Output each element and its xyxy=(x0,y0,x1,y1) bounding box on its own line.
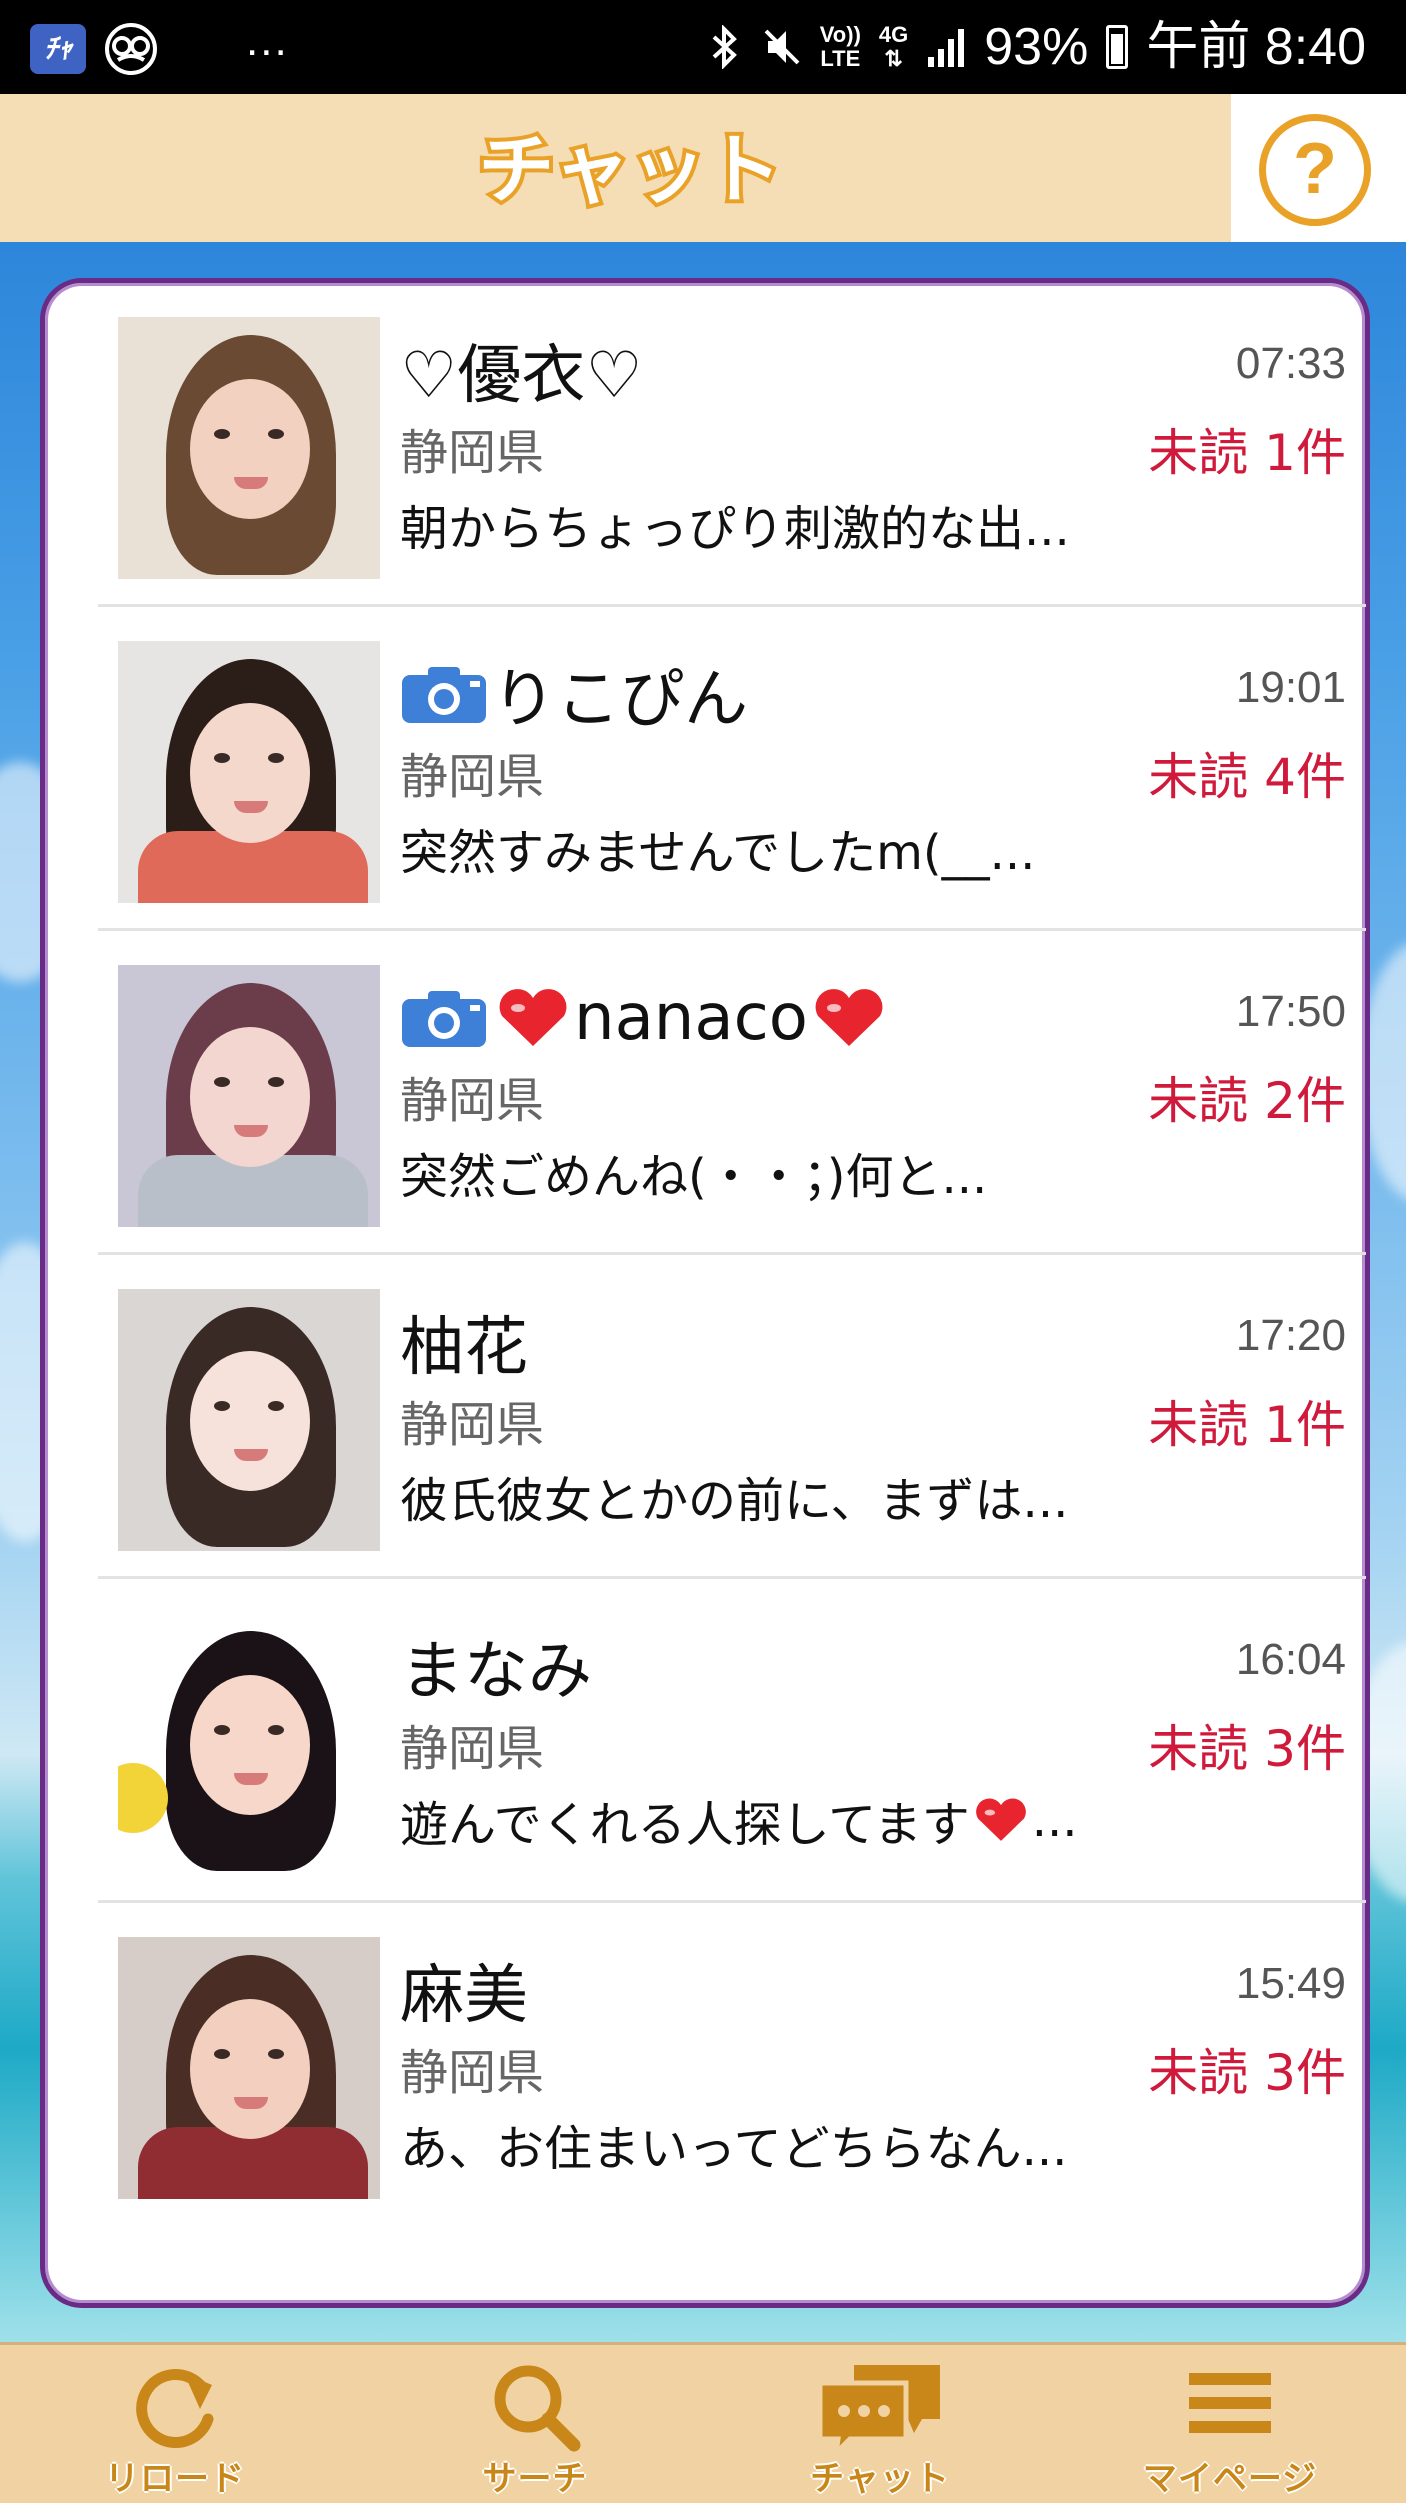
contact-name-text: まなみ xyxy=(400,1635,592,1709)
avatar[interactable] xyxy=(118,1289,380,1551)
contact-name: 麻美 xyxy=(400,1945,528,2035)
prefecture: 静岡県 xyxy=(400,1397,545,1453)
message-preview: あ、お住まいってどちらなん... xyxy=(400,2109,1067,2179)
prefecture: 静岡県 xyxy=(400,2045,545,2101)
help-area: ? xyxy=(1231,94,1406,242)
camera-icon xyxy=(402,667,486,723)
chat-list-item[interactable]: nanaco 17:50 静岡県 未読 2件 突然ごめんね(・・；)何と... xyxy=(98,931,1366,1255)
pretzel-icon xyxy=(105,23,157,75)
app-header: チャット ? xyxy=(0,94,1406,242)
avatar[interactable] xyxy=(118,641,380,903)
contact-name-text: ♡優衣♡ xyxy=(400,339,643,413)
message-time: 15:49 xyxy=(1235,1959,1346,2008)
message-time: 19:01 xyxy=(1235,663,1346,712)
nav-reload-label: リロード xyxy=(105,2460,245,2498)
message-preview-text: 遊んでくれる人探してます xyxy=(400,1797,970,1853)
avatar[interactable] xyxy=(118,1613,380,1875)
heart-icon xyxy=(499,989,567,1046)
help-button[interactable]: ? xyxy=(1259,114,1371,226)
unread-badge: 未読 1件 xyxy=(1148,424,1346,482)
message-preview: 朝からちょっぴり刺激的な出... xyxy=(400,489,1070,559)
menu-icon xyxy=(1189,2373,1271,2433)
app-notification-icon: ﾁｬ xyxy=(30,24,86,74)
message-preview: 突然ごめんね(・・；)何と... xyxy=(400,1137,987,1207)
signal-icon xyxy=(928,29,965,67)
network-indicator: 4G ⇅ xyxy=(878,22,909,71)
nav-search[interactable]: サーチ xyxy=(410,2345,660,2503)
prefecture: 静岡県 xyxy=(400,749,545,805)
unread-badge: 未読 3件 xyxy=(1148,1720,1346,1778)
contact-name: ♡優衣♡ xyxy=(400,325,643,415)
message-preview: 彼氏彼女とかの前に、まずは... xyxy=(400,1461,1068,1531)
svg-text:チャット: チャット xyxy=(478,125,781,214)
battery-percent: 93% xyxy=(984,18,1089,76)
heart-icon xyxy=(815,989,883,1046)
nav-mypage-label: マイページ xyxy=(1142,2460,1318,2498)
message-preview-ellipsis: ... xyxy=(1031,1792,1078,1848)
unread-badge: 未読 4件 xyxy=(1148,748,1346,806)
prefecture: 静岡県 xyxy=(400,1721,545,1777)
contact-name-text: nanaco xyxy=(574,981,808,1055)
contact-name-text: 柚花 xyxy=(400,1311,528,1385)
chat-list-item[interactable]: 柚花 17:20 静岡県 未読 1件 彼氏彼女とかの前に、まずは... xyxy=(98,1255,1366,1579)
chat-list-item[interactable]: りこぴん 19:01 静岡県 未読 4件 突然すみませんでしたm(__... xyxy=(98,607,1366,931)
nav-chat[interactable]: チャット xyxy=(755,2345,1005,2503)
chat-list-item[interactable]: 麻美 15:49 静岡県 未読 3件 あ、お住まいってどちらなん... xyxy=(98,1903,1366,2227)
contact-name: nanaco xyxy=(400,973,890,1063)
unread-badge: 未読 1件 xyxy=(1148,1396,1346,1454)
contact-name-text: りこぴん xyxy=(492,663,748,737)
unread-badge: 未読 2件 xyxy=(1148,1072,1346,1130)
message-preview: 遊んでくれる人探してます ... xyxy=(400,1785,1078,1855)
chat-list-item[interactable]: ♡優衣♡ 07:33 静岡県 未読 1件 朝からちょっぴり刺激的な出... xyxy=(98,283,1366,607)
avatar[interactable] xyxy=(118,317,380,579)
bluetooth-icon xyxy=(712,25,737,69)
message-preview-text: 突然すみませんでしたm(__... xyxy=(400,825,1036,881)
clock: 午前 8:40 xyxy=(1146,18,1366,76)
nav-search-label: サーチ xyxy=(482,2460,588,2498)
message-preview-text: 突然ごめんね(・・；)何と... xyxy=(400,1149,988,1205)
battery-icon xyxy=(1106,25,1129,69)
prefecture: 静岡県 xyxy=(400,1073,545,1129)
contact-name: りこぴん xyxy=(400,649,748,739)
status-bar: ﾁｬ ... Vo)) LTE 4G ⇅ 93% 午前 8:40 xyxy=(0,0,1406,94)
unread-badge: 未読 3件 xyxy=(1148,2044,1346,2102)
message-preview-text: あ、お住まいってどちらなん... xyxy=(400,2121,1068,2177)
page-title: チャット xyxy=(474,121,785,218)
nav-reload[interactable]: リロード xyxy=(50,2345,300,2503)
contact-name-text: 麻美 xyxy=(400,1959,528,2033)
nav-mypage[interactable]: マイページ xyxy=(1105,2345,1355,2503)
nav-chat-label: チャット xyxy=(810,2460,950,2498)
contact-name: まなみ xyxy=(400,1621,592,1711)
message-time: 16:04 xyxy=(1235,1635,1346,1684)
message-time: 17:20 xyxy=(1235,1311,1346,1360)
search-icon xyxy=(494,2365,581,2452)
avatar[interactable] xyxy=(118,965,380,1227)
contact-name: 柚花 xyxy=(400,1297,528,1387)
chat-list: ♡優衣♡ 07:33 静岡県 未読 1件 朝からちょっぴり刺激的な出... りこ… xyxy=(40,278,1370,2308)
volte-indicator: Vo)) LTE xyxy=(819,22,861,71)
reload-icon xyxy=(136,2369,214,2448)
prefecture: 静岡県 xyxy=(400,425,545,481)
more-notifications: ... xyxy=(246,16,289,65)
avatar[interactable] xyxy=(118,1937,380,2199)
message-preview-text: 朝からちょっぴり刺激的な出... xyxy=(400,501,1070,557)
camera-icon xyxy=(402,991,486,1047)
chat-list-item[interactable]: まなみ 16:04 静岡県 未読 3件 遊んでくれる人探してます ... xyxy=(98,1579,1366,1903)
heart-icon xyxy=(975,1798,1026,1841)
chat-icon xyxy=(817,2365,940,2457)
message-preview-text: 彼氏彼女とかの前に、まずは... xyxy=(400,1473,1069,1529)
bottom-navigation: リロード サーチ チャット マイページ xyxy=(0,2342,1406,2503)
message-time: 07:33 xyxy=(1235,339,1346,388)
mute-icon xyxy=(764,29,800,65)
message-preview: 突然すみませんでしたm(__... xyxy=(400,813,1035,883)
message-time: 17:50 xyxy=(1235,987,1346,1036)
